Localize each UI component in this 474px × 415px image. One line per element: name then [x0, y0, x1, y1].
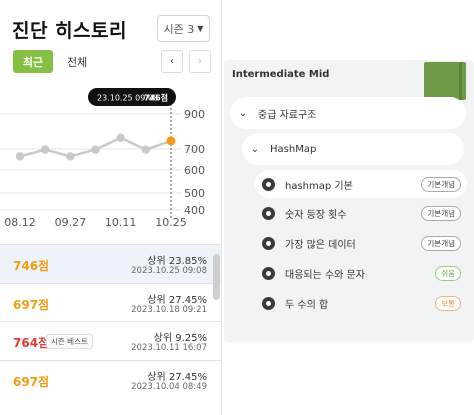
- timestamp: 2023.10.25 09:08: [131, 266, 207, 276]
- lesson-label: 두 수의 합: [285, 299, 329, 311]
- lesson-label: 대응되는 수와 문자: [285, 269, 365, 281]
- score-value: 697점: [13, 374, 50, 389]
- data-point: [66, 152, 75, 161]
- radio-dot-icon: [262, 206, 275, 220]
- lesson-item[interactable]: 숫자 등장 횟수 기본개념: [255, 200, 467, 226]
- timestamp: 2023.10.18 09:21: [131, 304, 207, 315]
- subsection-label: HashMap: [270, 143, 317, 155]
- y-tick-label: 500: [184, 187, 205, 200]
- x-tick-label: 09.27: [55, 216, 87, 229]
- difficulty-badge: 보통: [435, 295, 461, 311]
- subsection-toggle[interactable]: ⌄ HashMap: [242, 133, 464, 165]
- section-toggle[interactable]: ⌄ 중급 자료구조: [230, 97, 466, 129]
- y-tick-label: 700: [184, 143, 205, 156]
- x-tick-label: 10.25: [155, 216, 187, 229]
- rank-percentile: 상위 27.45%: [147, 371, 207, 383]
- history-row[interactable]: 697점 상위 27.45% 2023.10.18 09:21: [0, 282, 221, 321]
- scrollbar[interactable]: [213, 254, 220, 300]
- caret-down-icon: ▼: [197, 24, 204, 33]
- score-value: 746점: [13, 259, 50, 273]
- radio-dot-icon: [262, 177, 275, 191]
- radio-dot-icon: [262, 236, 275, 250]
- history-row[interactable]: 746점 상위 23.85% 2023.10.25 09:08: [0, 244, 221, 283]
- score-chart: 40050060070090023.10.25 09:08746점08.12 09…: [0, 88, 205, 229]
- data-point: [40, 145, 50, 154]
- radio-dot-icon: [262, 266, 275, 280]
- timestamp: 2023.10.11 16:07: [131, 343, 207, 353]
- score-value: 697점: [13, 297, 50, 312]
- lesson-item[interactable]: 대응되는 수와 문자 쉬움: [255, 260, 467, 286]
- season-best-badge: 시즌 베스트: [46, 334, 93, 349]
- chevron-down-icon: ⌄: [238, 107, 248, 119]
- page-title: 진단 히스토리: [12, 20, 127, 42]
- history-row[interactable]: 697점 상위 27.45% 2023.10.04 08:49: [0, 359, 221, 398]
- rank-percentile: 상위 9.25%: [153, 333, 207, 344]
- tab-all[interactable]: 전체: [67, 50, 87, 73]
- section-label: 중급 자료구조: [258, 109, 317, 121]
- x-tick-label: 10.11: [105, 216, 137, 229]
- data-point: [15, 152, 25, 161]
- difficulty-badge: 쉬움: [435, 265, 461, 281]
- rank-percentile: 상위 23.85%: [147, 256, 207, 267]
- lesson-item[interactable]: 가장 많은 데이터 기본개념: [255, 230, 467, 256]
- chevron-right-icon: ›: [198, 56, 202, 67]
- prev-page-button[interactable]: ‹: [161, 50, 183, 73]
- timestamp: 2023.10.04 08:49: [131, 381, 207, 392]
- data-point: [116, 133, 125, 142]
- rank-percentile: 상위 27.45%: [147, 294, 207, 306]
- season-select[interactable]: 시즌 3 ▼: [157, 15, 210, 42]
- y-tick-label: 900: [184, 108, 205, 121]
- score-value: 764점: [13, 336, 50, 350]
- tab-recent[interactable]: 최근: [13, 50, 53, 73]
- difficulty-badge: 기본개념: [421, 205, 461, 221]
- history-row[interactable]: 764점 시즌 베스트 상위 9.25% 2023.10.11 16:07: [0, 321, 221, 360]
- data-point: [91, 145, 100, 154]
- data-point: [166, 136, 176, 146]
- lesson-label: 숫자 등장 횟수: [285, 209, 347, 221]
- y-tick-label: 400: [184, 204, 205, 217]
- level-title: Intermediate Mid: [232, 69, 330, 80]
- x-tick-label: 08.12: [4, 216, 36, 229]
- lesson-item[interactable]: 두 수의 합 보통: [255, 290, 467, 316]
- book-icon: [424, 62, 466, 100]
- lesson-label: 가장 많은 데이터: [285, 239, 356, 251]
- difficulty-badge: 기본개념: [421, 235, 461, 251]
- lesson-item[interactable]: hashmap 기본 기본개념: [255, 170, 467, 198]
- radio-dot-icon: [262, 296, 275, 310]
- season-select-label: 시즌 3: [163, 22, 195, 36]
- history-list: 746점 상위 23.85% 2023.10.25 09:08 697점 상위 27.4…: [0, 244, 221, 398]
- chevron-down-icon: ⌄: [250, 143, 260, 155]
- chevron-left-icon: ‹: [170, 56, 174, 67]
- history-panel: 진단 히스토리 시즌 3 ▼ 최근 전체 ‹ › 400 500 600 700 900…: [0, 0, 222, 415]
- lesson-label: hashmap 기본: [285, 180, 353, 192]
- tooltip-score: 746점: [144, 93, 168, 103]
- data-point: [141, 145, 151, 154]
- y-tick-label: 600: [184, 164, 205, 177]
- difficulty-badge: 기본개념: [421, 176, 461, 192]
- next-page-button[interactable]: ›: [189, 50, 211, 73]
